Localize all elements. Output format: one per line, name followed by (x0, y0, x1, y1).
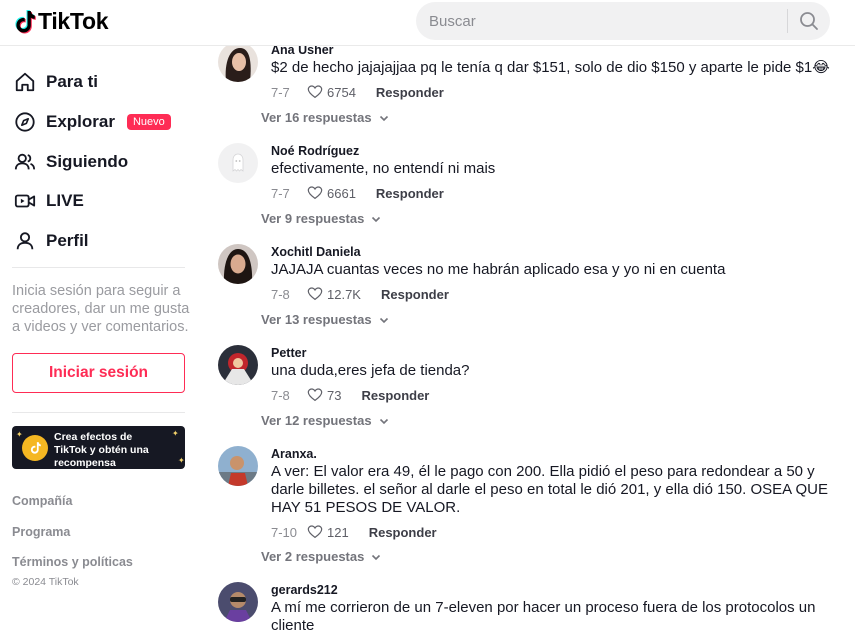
top-bar: TikTok (0, 0, 855, 46)
reply-button[interactable]: Responder (376, 85, 444, 100)
compass-icon (15, 112, 35, 132)
avatar[interactable] (218, 42, 258, 82)
tiktok-logo[interactable]: TikTok (12, 8, 109, 35)
footer-link-terminos[interactable]: Términos y políticas (12, 555, 133, 569)
view-replies-button[interactable]: Ver 13 respuestas (261, 312, 390, 327)
nav-label: Siguiendo (46, 152, 129, 171)
avatar[interactable] (218, 345, 258, 385)
comment-text: $2 de hecho jajajajjaa pq le tenía q dar… (271, 59, 830, 76)
logo-wordmark: TikTok (38, 8, 109, 34)
heart-icon (307, 525, 323, 539)
footer-link-compania[interactable]: Compañía (12, 494, 72, 508)
comment-text: A mí me corrieron de un 7-eleven por hac… (271, 599, 816, 634)
comment-username[interactable]: Xochitl Daniela (271, 244, 846, 260)
comment-date: 7-10 (271, 524, 298, 540)
view-replies-button[interactable]: Ver 9 respuestas (261, 211, 382, 226)
nav-item-explorar[interactable]: Explorar Nuevo (14, 106, 171, 138)
users-icon (14, 153, 36, 170)
search-icon (800, 12, 818, 30)
view-replies-button[interactable]: Ver 16 respuestas (261, 110, 390, 125)
comment-username[interactable]: Aranxa. (271, 446, 846, 462)
heart-icon (307, 186, 323, 200)
view-replies-button[interactable]: Ver 2 respuestas (261, 549, 382, 564)
login-hint-text: Inicia sesión para seguir a creadores, d… (12, 283, 190, 335)
like-button[interactable]: 73 (307, 387, 341, 403)
avatar[interactable] (218, 143, 258, 183)
like-button[interactable]: 12.7K (307, 286, 361, 302)
like-count: 12.7K (327, 286, 361, 302)
comment-text: efectivamente, no entendí ni mais (271, 160, 496, 177)
copyright-text: © 2024 TikTok (12, 576, 79, 588)
sparkle-icon: ✦ (178, 456, 185, 465)
like-button[interactable]: 121 (307, 524, 349, 540)
like-button[interactable]: 6754 (307, 84, 356, 100)
like-count: 73 (327, 387, 342, 403)
comment-date: 7-7 (271, 185, 290, 201)
comment-date: 7-7 (271, 84, 290, 100)
avatar[interactable] (218, 446, 258, 486)
comment-username[interactable]: Petter (271, 345, 846, 361)
like-count: 6661 (327, 185, 356, 201)
chevron-down-icon (372, 216, 381, 222)
divider (12, 267, 185, 268)
comment-username[interactable]: Noé Rodríguez (271, 143, 846, 159)
comment-date: 7-8 (271, 286, 290, 302)
like-button[interactable]: 6661 (307, 185, 356, 201)
chevron-down-icon (379, 317, 388, 323)
nav-item-siguiendo[interactable]: Siguiendo (14, 146, 128, 178)
avatar[interactable] (218, 244, 258, 284)
comment-text: A ver: El valor era 49, él le pago con 2… (271, 463, 828, 516)
login-button[interactable]: Iniciar sesión (12, 353, 185, 393)
nav-label: Explorar (46, 112, 115, 131)
nav-item-perfil[interactable]: Perfil (14, 225, 89, 257)
reply-button[interactable]: Responder (361, 388, 429, 403)
comment-text: una duda,eres jefa de tienda? (271, 362, 470, 379)
search-input[interactable] (416, 12, 787, 30)
effects-promo-banner[interactable]: ✦ ✦ ✦ Crea efectos de TikTok y obtén una… (12, 426, 185, 469)
nav-label: Perfil (46, 231, 89, 250)
user-icon (16, 232, 34, 250)
effects-house-icon (22, 435, 48, 461)
heart-icon (307, 287, 323, 301)
tiktok-note-icon (15, 9, 36, 33)
view-replies-label: Ver 13 respuestas (261, 312, 372, 327)
comments-list: Ana Usher $2 de hecho jajajajjaa pq le t… (210, 0, 855, 634)
nav-label: LIVE (46, 191, 84, 210)
view-replies-button[interactable]: Ver 12 respuestas (261, 413, 390, 428)
divider (12, 412, 185, 413)
comment-text: JAJAJA cuantas veces no me habrán aplica… (271, 261, 726, 278)
heart-icon (307, 388, 323, 402)
sparkle-icon: ✦ (16, 430, 23, 439)
chevron-down-icon (372, 554, 381, 560)
comment-username[interactable]: gerards212 (271, 582, 846, 598)
avatar[interactable] (218, 582, 258, 622)
like-count: 121 (327, 524, 349, 540)
search-button[interactable] (788, 2, 830, 40)
nav-item-live[interactable]: LIVE (14, 185, 84, 217)
view-replies-label: Ver 2 respuestas (261, 549, 365, 564)
reply-button[interactable]: Responder (369, 525, 437, 540)
view-replies-label: Ver 16 respuestas (261, 110, 372, 125)
chevron-down-icon (379, 418, 388, 424)
sparkle-icon: ✦ (172, 429, 179, 438)
comment-date: 7-8 (271, 387, 290, 403)
heart-icon (307, 85, 323, 99)
like-count: 6754 (327, 84, 356, 100)
home-icon (15, 72, 35, 92)
nav-label: Para ti (46, 72, 98, 91)
new-badge: Nuevo (126, 114, 171, 130)
footer-link-programa[interactable]: Programa (12, 525, 70, 539)
nav-item-para-ti[interactable]: Para ti (14, 66, 98, 98)
view-replies-label: Ver 12 respuestas (261, 413, 372, 428)
reply-button[interactable]: Responder (376, 186, 444, 201)
effects-promo-text: Crea efectos de TikTok y obtén una recom… (54, 431, 149, 469)
sidebar: Para ti Explorar Nuevo Siguiendo LIVE Pe… (0, 46, 200, 620)
live-icon (14, 194, 36, 208)
search-bar (416, 2, 830, 40)
reply-button[interactable]: Responder (381, 287, 449, 302)
chevron-down-icon (379, 115, 388, 121)
view-replies-label: Ver 9 respuestas (261, 211, 365, 226)
